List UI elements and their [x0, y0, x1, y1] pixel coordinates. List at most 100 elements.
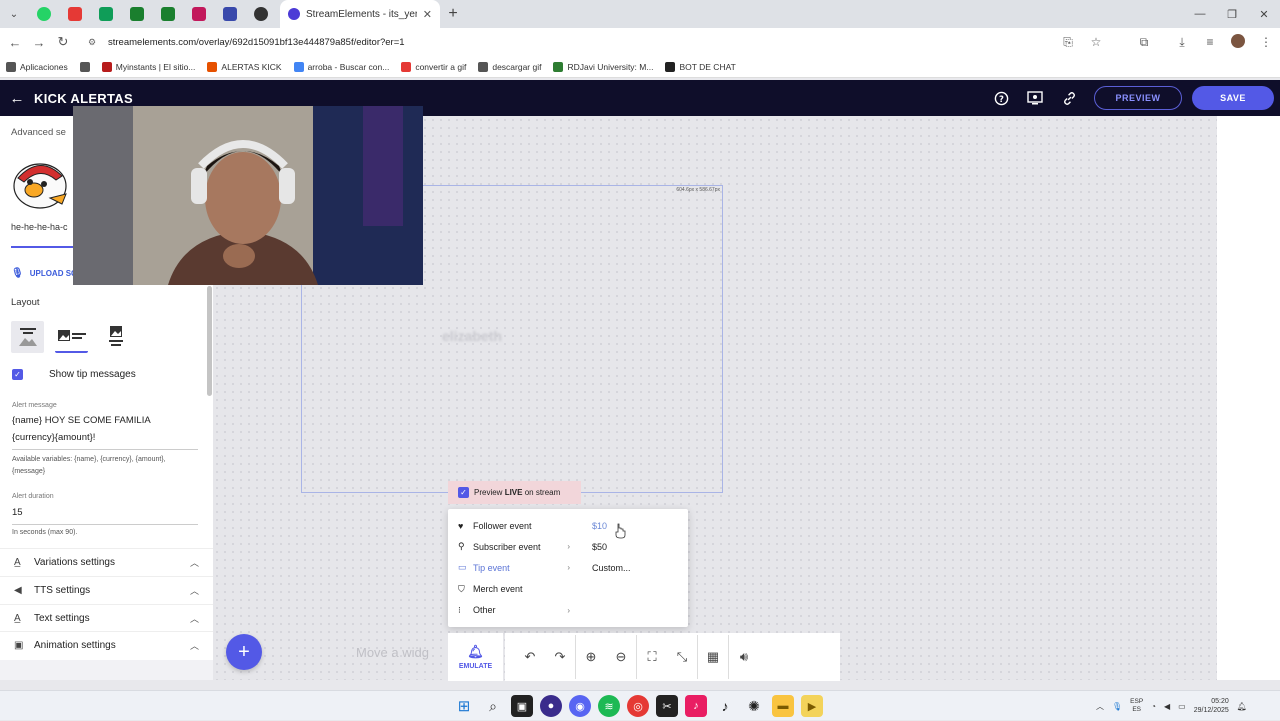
- windows-start-icon[interactable]: ⊞: [453, 695, 475, 717]
- layout-option-image-left[interactable]: [55, 321, 88, 353]
- capcut-icon[interactable]: ✂: [656, 695, 678, 717]
- show-tip-messages-checkbox[interactable]: ✓: [12, 369, 23, 380]
- redo-icon[interactable]: ↷: [545, 649, 575, 665]
- bookmark-item[interactable]: convertir a gif: [401, 61, 466, 72]
- tiktok-studio-icon[interactable]: ♪: [685, 695, 707, 717]
- upload-sound-button[interactable]: 🎙︎ UPLOAD SO: [11, 268, 77, 279]
- file-explorer-icon[interactable]: ▬: [772, 695, 794, 717]
- bookmark-item[interactable]: RDJavi University: M...: [553, 61, 653, 72]
- tip-option-50[interactable]: $50: [580, 536, 688, 557]
- reload-icon[interactable]: ↻: [51, 34, 75, 50]
- menu-item-merch-event[interactable]: ⛉ Merch event: [448, 579, 580, 600]
- microphone-icon[interactable]: 🎙︎: [1112, 702, 1122, 711]
- search-icon[interactable]: ⌕: [482, 695, 504, 717]
- chevron-up-icon[interactable]: ︿: [1096, 701, 1104, 712]
- menu-item-other[interactable]: ⁝ Other ›: [448, 600, 580, 621]
- fullscreen-icon[interactable]: ⛶: [637, 649, 667, 665]
- tip-option-custom[interactable]: Custom...: [580, 557, 688, 578]
- chrome-icon[interactable]: ◎: [627, 695, 649, 717]
- clock[interactable]: 05:20 29/12/2025: [1194, 697, 1229, 715]
- fit-screen-icon[interactable]: ⤡: [667, 649, 697, 665]
- app-icon[interactable]: ▶: [801, 695, 823, 717]
- extensions-icon[interactable]: ⧉: [1130, 35, 1158, 50]
- tip-option-10[interactable]: $10: [580, 515, 688, 536]
- close-window-icon[interactable]: ✕: [1248, 0, 1280, 28]
- emulate-button[interactable]: 🔔︎ EMULATE: [448, 633, 503, 681]
- bookmark-item[interactable]: BOT DE CHAT: [665, 61, 736, 72]
- battery-icon[interactable]: ▭: [1178, 702, 1186, 711]
- pinned-tab-3[interactable]: [90, 0, 121, 28]
- pinned-tab-5[interactable]: [152, 0, 183, 28]
- pinned-tab-6[interactable]: [183, 0, 214, 28]
- new-tab-button[interactable]: +: [440, 5, 466, 23]
- grid-icon[interactable]: ▦: [698, 649, 728, 665]
- link-icon[interactable]: [1058, 87, 1080, 109]
- layout-option-image-above[interactable]: [11, 321, 44, 353]
- bookmark-item[interactable]: descargar gif: [478, 61, 541, 72]
- overlay-settings-icon[interactable]: [1024, 87, 1046, 109]
- profile-avatar[interactable]: [1224, 33, 1252, 51]
- bookmark-item[interactable]: arroba - Buscar con...: [293, 61, 389, 72]
- bookmark-item[interactable]: Aplicaciones: [6, 61, 68, 72]
- menu-item-follower-event[interactable]: ♥ Follower event: [448, 515, 580, 536]
- language-indicator[interactable]: ESP ES: [1130, 698, 1143, 714]
- url-field[interactable]: ⚙ streamelements.com/overlay/692d15091bf…: [82, 32, 1142, 52]
- forward-icon[interactable]: →: [27, 35, 51, 50]
- volume-icon[interactable]: 🔊︎: [729, 649, 759, 665]
- site-info-icon[interactable]: ⚙: [88, 37, 98, 48]
- menu-item-subscriber-event[interactable]: ⚲ Subscriber event ›: [448, 536, 580, 557]
- preview-live-checkbox[interactable]: ✓: [458, 487, 469, 498]
- save-button[interactable]: SAVE: [1192, 86, 1274, 110]
- wifi-icon[interactable]: ◔: [1151, 702, 1156, 711]
- back-icon[interactable]: ←: [3, 35, 27, 50]
- menu-icon[interactable]: ⋮: [1252, 35, 1280, 49]
- advanced-settings-label[interactable]: Advanced se: [11, 127, 66, 138]
- preview-button[interactable]: PREVIEW: [1094, 86, 1182, 110]
- back-arrow-icon[interactable]: ←: [0, 90, 34, 107]
- active-tab[interactable]: StreamElements - its_yero ✕: [280, 0, 440, 28]
- spotify-icon[interactable]: ≋: [598, 695, 620, 717]
- bookmark-item[interactable]: Myinstants | El sitio...: [101, 61, 195, 72]
- settings-scrollbar[interactable]: [207, 286, 212, 396]
- bookmark-grid-icon[interactable]: [79, 61, 90, 72]
- bookmark-item[interactable]: ALERTAS KICK: [207, 61, 282, 72]
- text-settings-section[interactable]: A̲ Text settings ︿: [0, 604, 213, 631]
- discord-icon[interactable]: ◉: [569, 695, 591, 717]
- tab-search-icon[interactable]: ⌄: [0, 0, 28, 28]
- tts-settings-section[interactable]: ◀︎ TTS settings ︿: [0, 576, 213, 603]
- translate-icon[interactable]: ⎘: [1054, 35, 1082, 50]
- pinned-tab-4[interactable]: [121, 0, 152, 28]
- task-view-icon[interactable]: ▣: [511, 695, 533, 717]
- pinned-tab-2[interactable]: [59, 0, 90, 28]
- pinned-tab-7[interactable]: [214, 0, 245, 28]
- menu-item-tip-event[interactable]: ▭ Tip event ›: [448, 557, 580, 578]
- media-icon[interactable]: ≡: [1196, 35, 1224, 49]
- speaker-icon[interactable]: ◀︎: [1164, 702, 1170, 711]
- layout-option-image-top[interactable]: [99, 321, 132, 353]
- pinned-tab-8[interactable]: [245, 0, 276, 28]
- animation-settings-section[interactable]: ▣ Animation settings ︿: [0, 631, 213, 658]
- notification-bell-icon[interactable]: 🔔︎: [1237, 702, 1247, 711]
- alert-gif-thumbnail[interactable]: [10, 154, 72, 212]
- variations-settings-section[interactable]: A̲ Variations settings ︿: [0, 548, 213, 575]
- layout-options: [11, 321, 132, 353]
- zoom-in-icon[interactable]: ⊕: [576, 649, 606, 665]
- obs-icon[interactable]: ●: [540, 695, 562, 717]
- show-tip-messages-row[interactable]: ✓ Show tip messages: [12, 369, 136, 380]
- alert-duration-input[interactable]: 15: [12, 504, 23, 521]
- chatgpt-icon[interactable]: ✺: [743, 695, 765, 717]
- preview-live-toggle[interactable]: ✓ Preview LIVE on stream: [448, 481, 581, 504]
- undo-icon[interactable]: ↶: [515, 649, 545, 665]
- minimize-icon[interactable]: —: [1184, 0, 1216, 28]
- maximize-icon[interactable]: ❐: [1216, 0, 1248, 28]
- pinned-tab-whatsapp[interactable]: [28, 0, 59, 28]
- add-widget-button[interactable]: +: [226, 634, 262, 670]
- bookmark-star-icon[interactable]: ☆: [1082, 35, 1110, 49]
- alert-message-input[interactable]: {name} HOY SE COME FAMILIA {currency}{am…: [12, 412, 151, 446]
- zoom-out-icon[interactable]: ⊖: [606, 649, 636, 665]
- download-icon[interactable]: ⤓: [1168, 35, 1196, 50]
- close-tab-icon[interactable]: ✕: [423, 8, 432, 21]
- clock-date: 29/12/2025: [1193, 707, 1229, 714]
- tiktok-icon[interactable]: ♪: [714, 695, 736, 717]
- help-icon[interactable]: ?: [990, 87, 1012, 109]
